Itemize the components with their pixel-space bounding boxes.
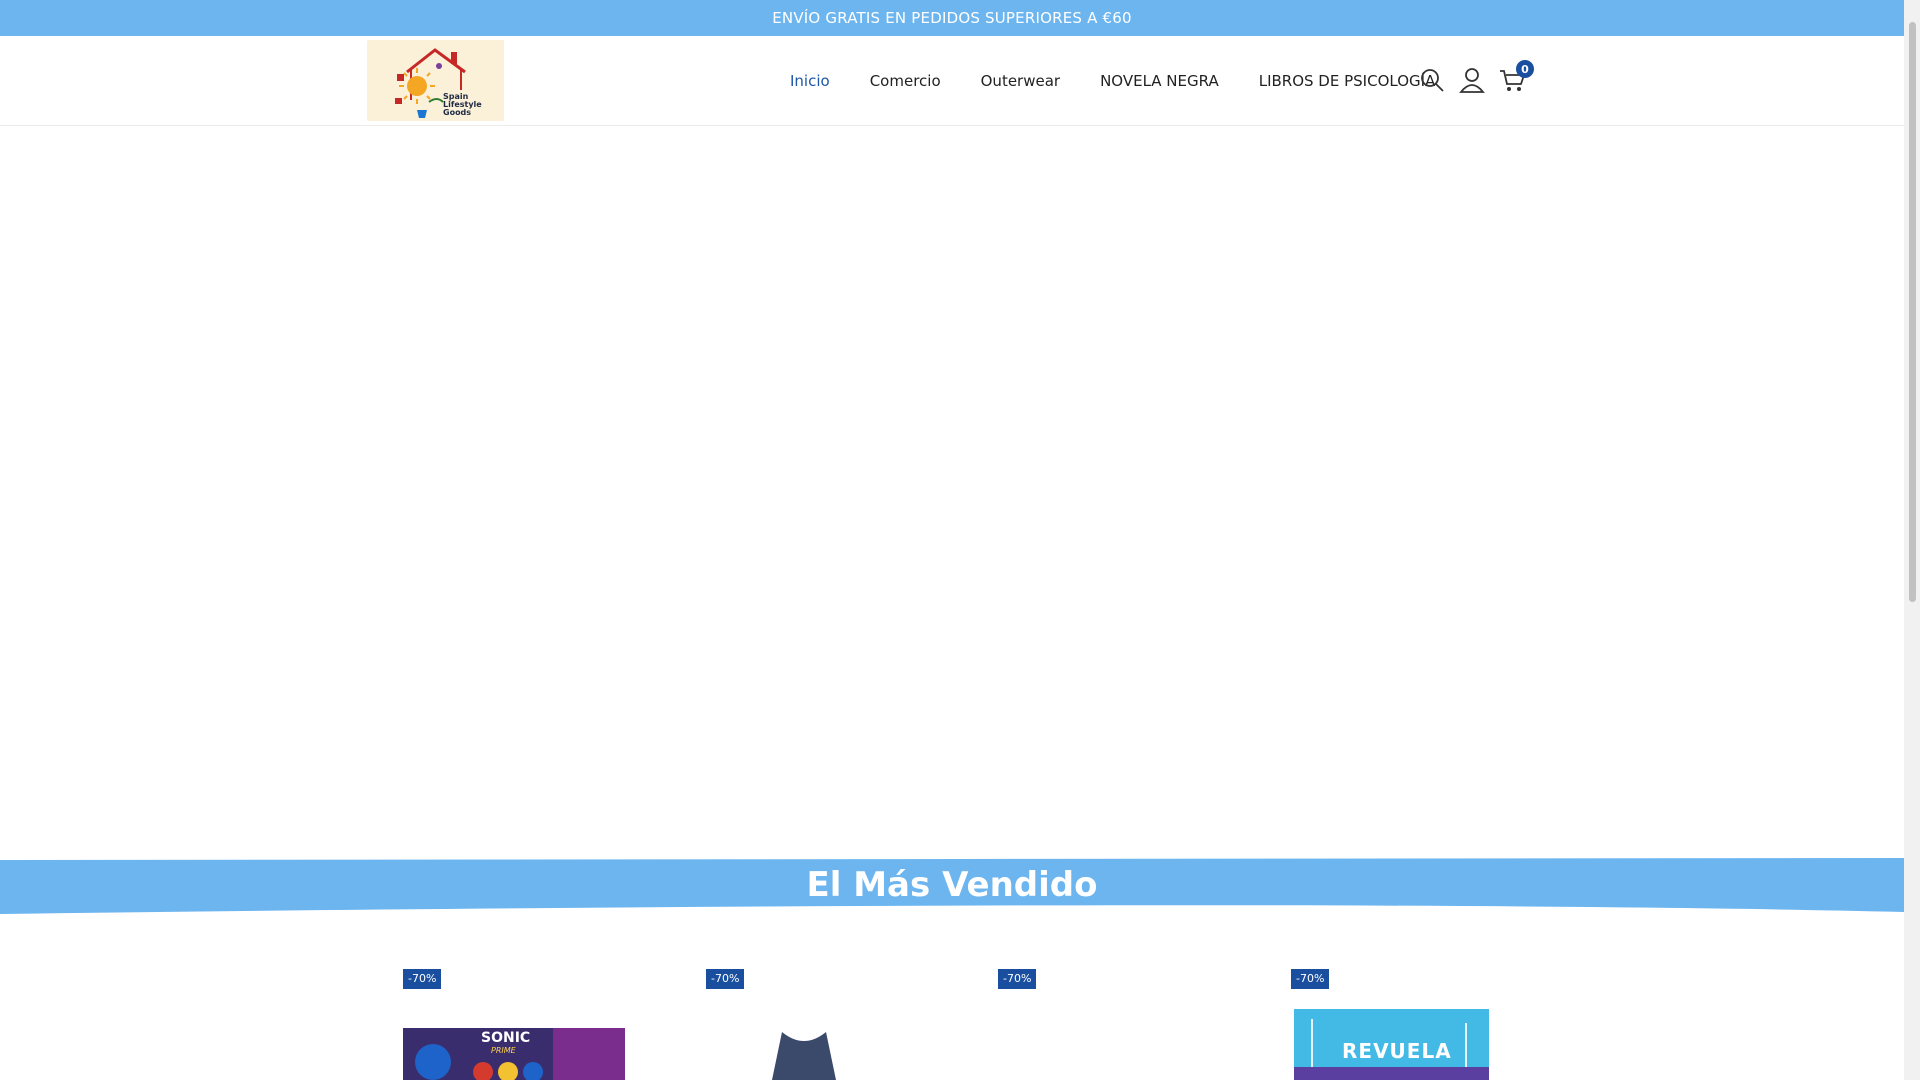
site-header: Spain Lifestyle Goods Inicio Comercio Ou… bbox=[0, 36, 1904, 126]
header-icons: 0 bbox=[1418, 60, 1538, 94]
hero-area bbox=[0, 127, 1904, 857]
user-icon[interactable] bbox=[1458, 66, 1486, 94]
product-grid: -70% SONIC PRIME -70% -70% -70% REVUELA bbox=[0, 960, 1904, 1080]
announcement-bar: ENVÍO GRATIS EN PEDIDOS SUPERIORES A €60 bbox=[0, 0, 1904, 36]
nav-item-novela-negra[interactable]: NOVELA NEGRA bbox=[1100, 72, 1219, 90]
main-nav: Inicio Comercio Outerwear NOVELA NEGRA L… bbox=[790, 36, 1475, 126]
discount-badge: -70% bbox=[998, 969, 1037, 989]
product-image[interactable]: SONIC PRIME bbox=[403, 1028, 625, 1080]
logo-mark-icon bbox=[395, 48, 466, 118]
product-card[interactable]: -70% bbox=[706, 960, 966, 1080]
section-title: El Más Vendido bbox=[806, 865, 1098, 905]
product-image[interactable] bbox=[768, 1032, 840, 1080]
scrollbar[interactable] bbox=[1904, 0, 1920, 1080]
product-card[interactable]: -70% SONIC PRIME bbox=[403, 960, 663, 1080]
search-icon[interactable] bbox=[1418, 66, 1446, 94]
product-card[interactable]: -70% REVUELA bbox=[1291, 960, 1551, 1080]
discount-badge: -70% bbox=[706, 969, 745, 989]
logo-text: Spain Lifestyle Goods bbox=[443, 93, 482, 117]
scrollbar-thumb[interactable] bbox=[1909, 22, 1916, 602]
announcement-text: ENVÍO GRATIS EN PEDIDOS SUPERIORES A €60 bbox=[772, 9, 1132, 27]
product-image-title: REVUELA bbox=[1342, 1039, 1452, 1063]
discount-badge: -70% bbox=[403, 969, 442, 989]
nav-item-outerwear[interactable]: Outerwear bbox=[981, 72, 1060, 90]
nav-item-inicio[interactable]: Inicio bbox=[790, 72, 830, 90]
logo-text-line3: Goods bbox=[443, 108, 472, 117]
section-banner: El Más Vendido bbox=[0, 856, 1904, 916]
product-image[interactable]: REVUELA bbox=[1294, 1009, 1489, 1080]
cart-count-badge: 0 bbox=[1516, 60, 1534, 78]
nav-item-comercio[interactable]: Comercio bbox=[870, 72, 941, 90]
logo[interactable]: Spain Lifestyle Goods bbox=[367, 40, 504, 121]
product-image-subtitle: PRIME bbox=[491, 1046, 516, 1055]
nav-item-libros-de-psicologia[interactable]: LIBROS DE PSICOLOGÍA bbox=[1259, 72, 1436, 90]
cart-icon[interactable]: 0 bbox=[1498, 60, 1534, 94]
product-card[interactable]: -70% bbox=[998, 960, 1258, 1080]
discount-badge: -70% bbox=[1291, 969, 1330, 989]
product-image-title: SONIC bbox=[481, 1030, 531, 1046]
